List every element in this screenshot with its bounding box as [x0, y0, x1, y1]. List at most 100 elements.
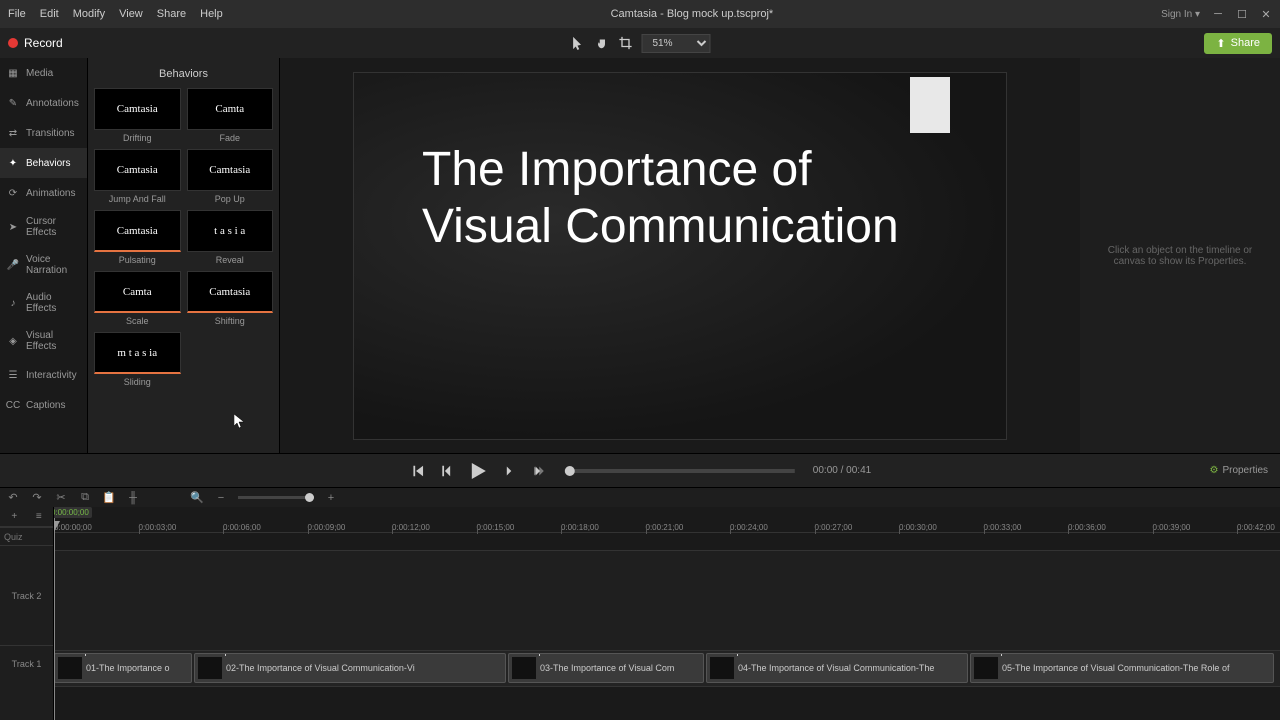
clip[interactable]: 01-The Importance o — [54, 653, 192, 683]
tracks-area[interactable]: 0:00:00;00 0:00:00;000:00:03;000:00:06;0… — [54, 507, 1280, 720]
track-1-header[interactable]: Track 1 — [0, 645, 53, 681]
quiz-lane[interactable] — [54, 533, 1280, 551]
behavior-pulsating[interactable]: CamtasiaPulsating — [94, 210, 181, 265]
crop-tool-icon[interactable] — [618, 35, 634, 51]
maximize-icon[interactable]: ☐ — [1236, 8, 1248, 20]
add-track-icon[interactable]: + — [11, 511, 17, 522]
share-button[interactable]: ⬆ Share — [1204, 33, 1272, 54]
behaviors-panel: Behaviors CamtasiaDriftingCamtaFadeCamta… — [88, 58, 280, 453]
prev-clip-icon[interactable] — [409, 462, 427, 480]
behavior-label: Sliding — [94, 377, 181, 387]
quiz-track-header[interactable]: Quiz — [0, 527, 53, 545]
clip[interactable]: 05-The Importance of Visual Communicatio… — [970, 653, 1274, 683]
menu-help[interactable]: Help — [200, 8, 223, 20]
sidebar-item-label: Transitions — [26, 128, 75, 139]
playhead[interactable]: 0:00:00;00 — [54, 507, 55, 720]
behavior-label: Fade — [187, 133, 274, 143]
menu-edit[interactable]: Edit — [40, 8, 59, 20]
paste-icon[interactable]: 📋 — [102, 491, 116, 505]
signin-button[interactable]: Sign In ▾ — [1161, 9, 1200, 20]
behavior-jump-and-fall[interactable]: CamtasiaJump And Fall — [94, 149, 181, 204]
sidebar-item-interactivity[interactable]: ☰Interactivity — [0, 360, 87, 390]
sidebar-item-transitions[interactable]: ⇄Transitions — [0, 118, 87, 148]
behavior-drifting[interactable]: CamtasiaDrifting — [94, 88, 181, 143]
clip[interactable]: 03-The Importance of Visual Com — [508, 653, 704, 683]
visual-icon: ◈ — [6, 334, 20, 348]
next-clip-icon[interactable] — [529, 462, 547, 480]
play-button[interactable] — [465, 458, 491, 484]
sidebar-item-cursor-effects[interactable]: ➤Cursor Effects — [0, 208, 87, 246]
zoom-out-icon[interactable]: − — [214, 491, 228, 505]
gear-icon: ⚙ — [1209, 465, 1218, 476]
ruler-tick: 0:00:39;00 — [1153, 523, 1191, 532]
sidebar-item-animations[interactable]: ⟳Animations — [0, 178, 87, 208]
sidebar-item-audio-effects[interactable]: ♪Audio Effects — [0, 284, 87, 322]
voice-icon: 🎤 — [6, 258, 20, 272]
minimize-icon[interactable]: ─ — [1212, 8, 1224, 20]
hand-tool-icon[interactable] — [594, 35, 610, 51]
pointer-tool-icon[interactable] — [570, 35, 586, 51]
captions-icon: CC — [6, 398, 20, 412]
ruler-tick: 0:00:15;00 — [477, 523, 515, 532]
sidebar-item-voice-narration[interactable]: 🎤Voice Narration — [0, 246, 87, 284]
track-2-header[interactable]: Track 2 — [0, 545, 53, 645]
track-menu-icon[interactable]: ≡ — [36, 511, 42, 522]
behavior-thumb: t a s i a — [187, 210, 274, 252]
behavior-fade[interactable]: CamtaFade — [187, 88, 274, 143]
behavior-label: Pop Up — [187, 194, 274, 204]
media-icon: ▦ — [6, 66, 20, 80]
scrubber-head[interactable] — [565, 466, 575, 476]
behavior-pop-up[interactable]: CamtasiaPop Up — [187, 149, 274, 204]
cut-icon[interactable]: ✂ — [54, 491, 68, 505]
sidebar-item-annotations[interactable]: ✎Annotations — [0, 88, 87, 118]
copy-icon[interactable]: ⧉ — [78, 491, 92, 505]
timeline-ruler[interactable]: 0:00:00;000:00:03;000:00:06;000:00:09;00… — [54, 507, 1280, 533]
step-back-icon[interactable] — [437, 462, 455, 480]
sidebar-item-label: Annotations — [26, 98, 79, 109]
track-1-lane[interactable]: 01-The Importance o02-The Importance of … — [54, 651, 1280, 687]
zoom-in-icon[interactable]: + — [324, 491, 338, 505]
sidebar-item-label: Animations — [26, 188, 75, 199]
split-icon[interactable]: ╫ — [126, 491, 140, 505]
sidebar-item-visual-effects[interactable]: ◈Visual Effects — [0, 322, 87, 360]
zoom-select[interactable]: 51% — [642, 34, 711, 53]
step-forward-icon[interactable] — [501, 462, 519, 480]
ruler-tick: 0:00:03;00 — [139, 523, 177, 532]
canvas-shape[interactable] — [910, 77, 950, 133]
sidebar-item-media[interactable]: ▦Media — [0, 58, 87, 88]
playback-scrubber[interactable] — [565, 469, 795, 473]
undo-icon[interactable]: ↶ — [6, 491, 20, 505]
canvas-title-text[interactable]: The Importance of Visual Communication — [422, 141, 942, 256]
upload-icon: ⬆ — [1216, 37, 1225, 50]
clip[interactable]: 04-The Importance of Visual Communicatio… — [706, 653, 968, 683]
behavior-thumb: Camtasia — [94, 88, 181, 130]
sidebar-item-captions[interactable]: CCCaptions — [0, 390, 87, 420]
sidebar-item-label: Behaviors — [26, 158, 70, 169]
menu-share[interactable]: Share — [157, 8, 186, 20]
menu-file[interactable]: File — [8, 8, 26, 20]
record-button[interactable]: Record — [8, 36, 63, 50]
zoom-search-icon[interactable]: 🔍 — [190, 491, 204, 505]
track-2-lane[interactable] — [54, 551, 1280, 651]
close-icon[interactable]: ✕ — [1260, 8, 1272, 20]
menu-view[interactable]: View — [119, 8, 143, 20]
redo-icon[interactable]: ↷ — [30, 491, 44, 505]
canvas[interactable]: The Importance of Visual Communication — [353, 72, 1007, 440]
playback-bar: 00:00 / 00:41 ⚙ Properties — [0, 453, 1280, 487]
window-title: Camtasia - Blog mock up.tscproj* — [223, 8, 1161, 20]
ruler-tick: 0:00:42;00 — [1237, 523, 1275, 532]
behavior-thumb: m t a s ia — [94, 332, 181, 374]
timeline-zoom-slider[interactable] — [238, 496, 314, 499]
behavior-reveal[interactable]: t a s i aReveal — [187, 210, 274, 265]
menu-modify[interactable]: Modify — [73, 8, 105, 20]
sidebar-item-label: Cursor Effects — [26, 216, 81, 238]
properties-toggle[interactable]: ⚙ Properties — [1209, 465, 1268, 476]
sidebar-item-behaviors[interactable]: ✦Behaviors — [0, 148, 87, 178]
behavior-scale[interactable]: CamtaScale — [94, 271, 181, 326]
clip[interactable]: 02-The Importance of Visual Communicatio… — [194, 653, 506, 683]
toolbar: Record 51% ⬆ Share — [0, 28, 1280, 58]
behavior-shifting[interactable]: CamtasiaShifting — [187, 271, 274, 326]
behavior-sliding[interactable]: m t a s ia Sliding — [94, 332, 181, 387]
sidebar: ▦Media✎Annotations⇄Transitions✦Behaviors… — [0, 58, 88, 453]
zoom-slider-thumb[interactable] — [305, 493, 314, 502]
